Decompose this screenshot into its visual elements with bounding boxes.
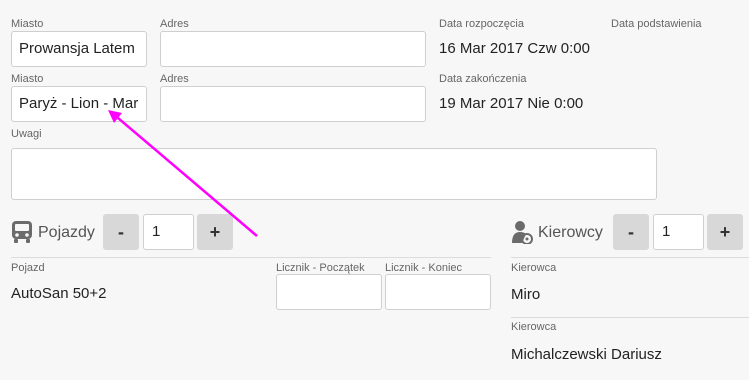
from-address-input[interactable] [160,31,426,67]
to-address-input[interactable] [160,86,426,122]
vehicles-title: Pojazdy [38,224,95,241]
bus-icon [11,220,33,244]
start-date-label: Data rozpoczęcia [439,18,524,30]
drivers-plus-button[interactable]: + [707,214,743,250]
counter-end-input[interactable] [385,274,491,310]
end-date-label: Data zakończenia [439,73,527,85]
drivers-count-input[interactable]: 1 [653,214,704,250]
driver-2-label: Kierowca [511,321,557,333]
drivers-minus-button[interactable]: - [613,214,649,250]
to-city-input[interactable]: Paryż - Lion - Mar [11,86,147,122]
notes-textarea[interactable] [11,148,657,200]
vehicles-count-input[interactable]: 1 [143,214,194,250]
vehicles-minus-button[interactable]: - [103,214,139,250]
drivers-divider-2 [511,317,749,318]
from-address-label: Adres [160,18,189,30]
vehicles-divider [11,257,491,258]
from-city-label: Miasto [11,18,44,30]
counter-start-input[interactable] [276,274,382,310]
drivers-divider-1 [511,257,749,258]
vehicles-plus-button[interactable]: + [197,214,233,250]
drivers-title: Kierowcy [538,224,603,241]
end-date-value[interactable]: 19 Mar 2017 Nie 0:00 [439,95,583,113]
driver-1-label: Kierowca [511,262,557,274]
start-date-value[interactable]: 16 Mar 2017 Czw 0:00 [439,40,590,58]
vehicle-column-label: Pojazd [11,262,45,274]
from-city-input[interactable]: Prowansja Latem [11,31,147,67]
to-address-label: Adres [160,73,189,85]
delivery-date-label: Data podstawienia [611,18,702,30]
driver-1-name[interactable]: Miro [511,286,540,304]
driver-2-name[interactable]: Michalczewski Dariusz [511,346,662,364]
notes-label: Uwagi [11,128,42,140]
driver-icon [511,220,533,245]
to-city-label: Miasto [11,73,44,85]
vehicle-name[interactable]: AutoSan 50+2 [11,285,107,303]
